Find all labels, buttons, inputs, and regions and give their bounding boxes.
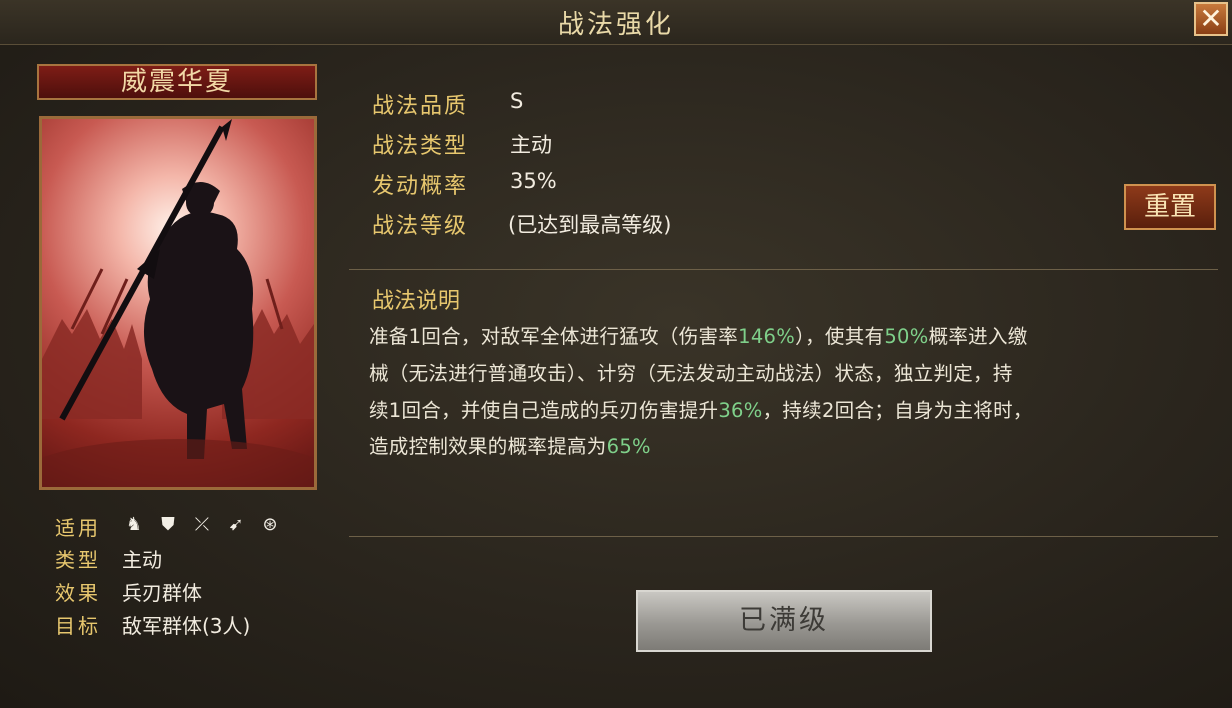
bow-icon: ⤫ [194, 513, 210, 535]
skill-type-value: 主动 [510, 133, 552, 157]
skill-level-label: 战法等级 [372, 214, 469, 239]
max-level-button[interactable]: 已满级 [636, 590, 932, 652]
desc-text: 准备1回合，对敌军全体进行猛攻（伤害率 [369, 325, 739, 348]
general-silhouette-icon [42, 119, 314, 487]
close-icon: ✕ [1199, 2, 1223, 35]
close-button[interactable]: ✕ [1194, 2, 1228, 36]
spear-icon: ➹ [228, 513, 244, 535]
divider-bottom [349, 536, 1218, 537]
desc-text: 续1回合，并使自己造成的兵刃伤害提升 [369, 399, 719, 422]
damage-rate-value: 146% [738, 325, 796, 348]
target-label: 目标 [55, 614, 101, 638]
desc-text: ），使其有 [795, 325, 885, 348]
siege-icon: ⊛ [262, 513, 278, 535]
apply-label: 适用 [55, 516, 101, 540]
skill-level-value: (已达到最高等级) [508, 213, 672, 237]
type-value: 主动 [122, 548, 162, 572]
window-title: 战法强化 [557, 10, 674, 40]
target-value: 敌军群体(3人) [122, 614, 251, 638]
description-line-2: 械（无法进行普通攻击）、计穷（无法发动主动战法）状态，独立判定，持 [369, 362, 1013, 385]
description-line-1: 准备1回合，对敌军全体进行猛攻（伤害率146%），使其有50%概率进入缴 [369, 320, 1028, 349]
control-chance-value: 65% [606, 435, 651, 458]
troop-icons: ♞ ⛊ ⤫ ➹ ⊛ [122, 512, 282, 536]
reset-button[interactable]: 重置 [1124, 184, 1216, 230]
description-title: 战法说明 [372, 289, 461, 314]
desc-text: 造成控制效果的概率提高为 [369, 435, 607, 458]
type-label: 类型 [55, 548, 101, 572]
title-bar: 战法强化 ✕ [0, 0, 1232, 45]
divider-top [349, 269, 1218, 270]
card-name: 威震华夏 [37, 64, 317, 100]
trigger-rate-value: 35% [510, 169, 557, 193]
quality-value: S [510, 89, 524, 113]
cavalry-icon: ♞ [125, 513, 143, 535]
shield-icon: ⛊ [161, 513, 175, 535]
description-line-4: 造成控制效果的概率提高为65% [369, 430, 651, 459]
card-art [39, 116, 317, 490]
description-line-3: 续1回合，并使自己造成的兵刃伤害提升36%，持续2回合；自身为主将时， [369, 394, 1033, 423]
damage-boost-value: 36% [718, 399, 763, 422]
desc-text: ，持续2回合；自身为主将时， [762, 399, 1033, 422]
desc-text: 概率进入缴 [928, 325, 1028, 348]
disarm-chance-value: 50% [884, 325, 929, 348]
trigger-rate-label: 发动概率 [372, 174, 469, 199]
effect-value: 兵刃群体 [122, 581, 202, 605]
effect-label: 效果 [55, 581, 101, 605]
quality-label: 战法品质 [372, 94, 469, 119]
skill-type-label: 战法类型 [372, 134, 469, 159]
